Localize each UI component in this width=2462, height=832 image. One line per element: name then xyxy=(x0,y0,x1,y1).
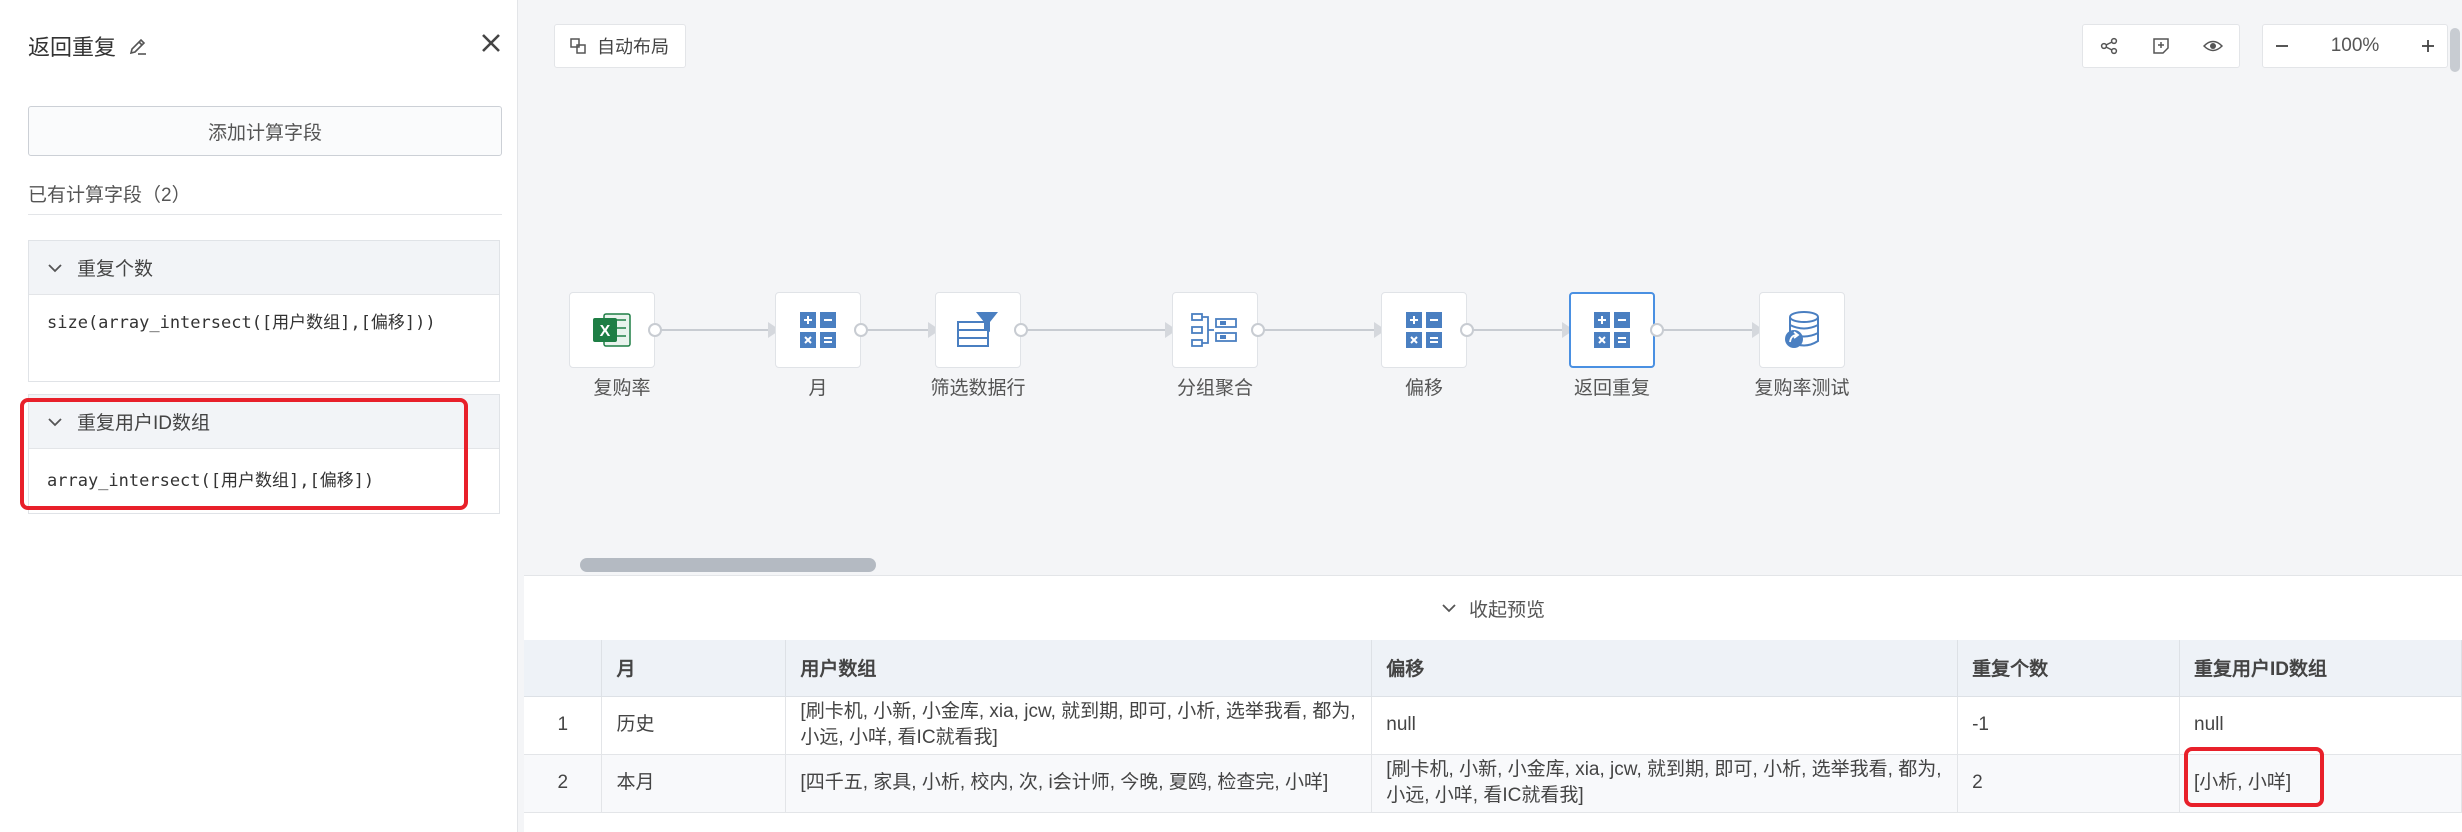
calc-field-name: 重复个数 xyxy=(77,259,154,280)
flow-node-group[interactable] xyxy=(1172,292,1258,368)
flow-edge xyxy=(1025,329,1165,331)
column-header[interactable]: 偏移 xyxy=(1371,640,1959,697)
flow-node-filter[interactable] xyxy=(935,292,1021,368)
output-port[interactable] xyxy=(1650,323,1664,337)
share-button[interactable] xyxy=(2083,24,2135,68)
share-icon xyxy=(2100,37,2118,55)
collapse-preview-button[interactable]: 收起预览 xyxy=(524,576,2462,640)
flow-canvas[interactable] xyxy=(524,0,2462,572)
row-index: 2 xyxy=(524,754,603,813)
calculator-icon xyxy=(800,312,836,348)
table-cell: null xyxy=(2179,696,2462,755)
preview-toggle-button[interactable] xyxy=(2187,24,2239,68)
flow-edge xyxy=(1658,329,1752,331)
flow-node-label: 返回重复 xyxy=(1573,378,1650,399)
flow-edge xyxy=(655,329,768,331)
calc-field-expression[interactable]: size(array_intersect([用户数组],[偏移])) xyxy=(29,295,499,381)
flow-node-label: 筛选数据行 xyxy=(930,378,1026,399)
table-cell: 2 xyxy=(1957,754,2181,813)
zoom-level: 100% xyxy=(2330,35,2380,56)
flow-node-label: 月 xyxy=(808,378,828,399)
auto-layout-button[interactable]: 自动布局 xyxy=(554,24,686,68)
flow-edge xyxy=(1262,329,1374,331)
excel-icon: X xyxy=(593,313,631,347)
output-port[interactable] xyxy=(1014,323,1028,337)
table-cell: null xyxy=(1371,696,1959,755)
row-index: 1 xyxy=(524,696,603,755)
table-cell: -1 xyxy=(1957,696,2181,755)
panel-header: 返回重复 xyxy=(28,30,148,62)
output-port[interactable] xyxy=(1251,323,1265,337)
column-header[interactable]: 重复用户ID数组 xyxy=(2179,640,2462,697)
table-cell: 历史 xyxy=(601,696,787,755)
add-calc-field-button[interactable]: 添加计算字段 xyxy=(28,106,502,156)
flow-node-calc[interactable] xyxy=(1381,292,1467,368)
divider xyxy=(28,214,502,215)
table-row: 1 历史 [刷卡机, 小新, 小金库, xia, jcw, 就到期, 即可, 小… xyxy=(524,696,2462,755)
table-cell: [四千五, 家具, 小析, 校内, 次, i会计师, 今晚, 夏鸥, 检查完, … xyxy=(785,754,1373,813)
plus-icon xyxy=(2422,40,2435,52)
flow-edge xyxy=(1468,329,1562,331)
group-aggregate-icon xyxy=(1191,313,1237,347)
flow-node-excel[interactable]: X xyxy=(569,292,655,368)
table-row: 2 本月 [四千五, 家具, 小析, 校内, 次, i会计师, 今晚, 夏鸥, … xyxy=(524,754,2462,813)
minus-icon xyxy=(2275,45,2288,47)
database-output-icon xyxy=(1785,311,1819,348)
calc-field-card: 重复个数 size(array_intersect([用户数组],[偏移])) xyxy=(28,240,500,382)
preview-table: 月 用户数组 偏移 重复个数 重复用户ID数组 1 历史 [刷卡机, 小新, 小… xyxy=(524,640,2462,813)
output-port[interactable] xyxy=(854,323,868,337)
flow-node-label: 偏移 xyxy=(1404,378,1443,399)
flow-node-output[interactable] xyxy=(1759,292,1845,368)
eye-icon xyxy=(2203,40,2223,52)
flow-node-calc[interactable] xyxy=(775,292,861,368)
highlight-box xyxy=(2184,747,2324,807)
sticky-note-icon xyxy=(2153,38,2169,54)
column-header[interactable]: 用户数组 xyxy=(785,640,1373,697)
calc-field-header[interactable]: 重复个数 xyxy=(29,241,499,295)
horizontal-scrollbar[interactable] xyxy=(580,558,876,572)
existing-fields-label: 已有计算字段（2） xyxy=(28,185,191,206)
output-port[interactable] xyxy=(1460,323,1474,337)
flow-node-label: 分组聚合 xyxy=(1176,378,1253,399)
edit-pencil-icon[interactable] xyxy=(128,36,148,56)
auto-layout-icon xyxy=(570,38,586,54)
table-cell: 本月 xyxy=(601,754,787,813)
data-preview: 收起预览 月 用户数组 偏移 重复个数 重复用户ID数组 1 历史 [刷卡机, … xyxy=(524,575,2462,832)
collapse-preview-label: 收起预览 xyxy=(1468,599,1545,621)
vertical-scrollbar[interactable] xyxy=(2450,28,2460,72)
filter-rows-icon xyxy=(957,312,998,347)
table-cell: [刷卡机, 小新, 小金库, xia, jcw, 就到期, 即可, 小析, 选举… xyxy=(785,696,1373,755)
flow-edge xyxy=(866,329,928,331)
column-header[interactable]: 月 xyxy=(601,640,787,697)
column-header xyxy=(524,640,603,697)
close-icon[interactable] xyxy=(478,30,504,56)
auto-layout-label: 自动布局 xyxy=(597,37,669,57)
zoom-in-button[interactable] xyxy=(2409,24,2447,68)
canvas-tools xyxy=(2082,24,2240,68)
output-port[interactable] xyxy=(648,323,662,337)
chevron-down-icon xyxy=(1442,604,1456,613)
zoom-out-button[interactable] xyxy=(2263,24,2301,68)
calculator-icon xyxy=(1594,312,1630,348)
flow-node-calc-selected[interactable] xyxy=(1569,292,1655,368)
highlight-box xyxy=(20,398,468,510)
chevron-down-icon xyxy=(48,263,62,272)
note-button[interactable] xyxy=(2135,24,2187,68)
calc-field-panel: 返回重复 添加计算字段 已有计算字段（2） 重复个数 size(array_in… xyxy=(0,0,518,832)
flow-node-label: 复购率测试 xyxy=(1754,378,1850,399)
calculator-icon xyxy=(1406,312,1442,348)
zoom-controls: 100% xyxy=(2262,24,2448,68)
flow-node-label: 复购率 xyxy=(593,378,651,399)
table-header-row: 月 用户数组 偏移 重复个数 重复用户ID数组 xyxy=(524,640,2462,697)
panel-title: 返回重复 xyxy=(28,35,117,60)
table-cell: [刷卡机, 小新, 小金库, xia, jcw, 就到期, 即可, 小析, 选举… xyxy=(1371,754,1959,813)
svg-text:X: X xyxy=(600,323,611,340)
column-header[interactable]: 重复个数 xyxy=(1957,640,2181,697)
